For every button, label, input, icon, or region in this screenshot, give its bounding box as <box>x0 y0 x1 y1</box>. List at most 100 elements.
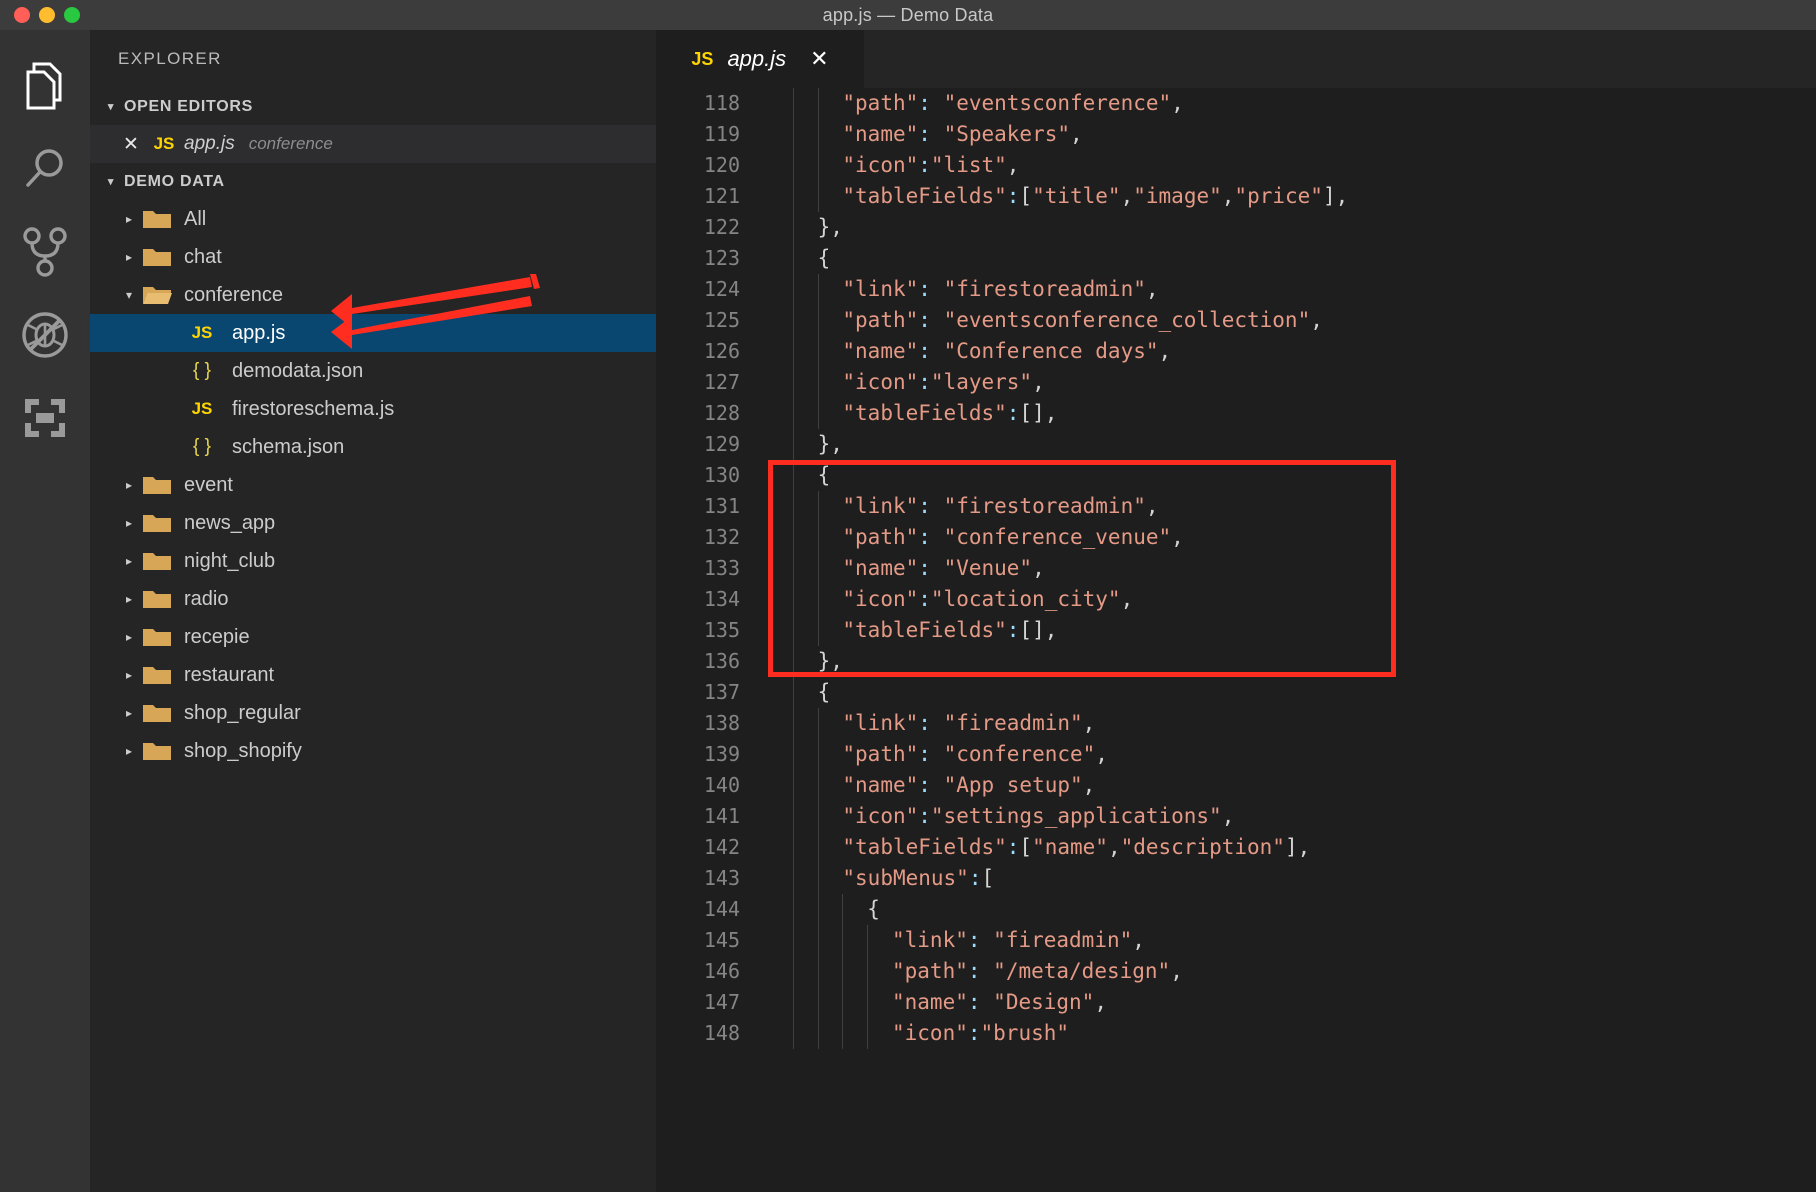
activity-item-source-control[interactable] <box>0 210 90 293</box>
line-text: "path": "conference_venue", <box>842 525 1184 549</box>
chevron-down-icon: ▾ <box>107 101 115 113</box>
line-number: 124 <box>703 277 740 301</box>
line-number: 140 <box>703 773 740 797</box>
folder-icon <box>140 701 174 725</box>
folder-icon <box>140 283 174 307</box>
line-number: 132 <box>703 525 740 549</box>
tab-label: app.js <box>727 46 787 71</box>
code-line-146: 146 "path": "/meta/design", <box>656 956 1816 987</box>
line-text: "icon":"layers", <box>842 370 1045 394</box>
code-line-118: 118 "path": "eventsconference", <box>656 88 1816 119</box>
chevron-right-icon[interactable]: ▸ <box>118 517 140 529</box>
files-icon <box>22 60 68 112</box>
line-text: { <box>817 463 831 487</box>
code-line-127: 127 "icon":"layers", <box>656 367 1816 398</box>
tree-folder-news_app[interactable]: ▸ news_app <box>90 504 656 542</box>
chevron-right-icon[interactable]: ▸ <box>118 555 140 567</box>
folder-icon <box>140 473 174 497</box>
code-line-133: 133 "name": "Venue", <box>656 553 1816 584</box>
chevron-right-icon[interactable]: ▸ <box>118 631 140 643</box>
chevron-right-icon[interactable]: ▸ <box>118 745 140 757</box>
tree-folder-conference[interactable]: ▾ conference <box>90 276 656 314</box>
line-text: "tableFields":["name","description"], <box>842 835 1311 859</box>
line-number: 127 <box>703 370 740 394</box>
line-number: 131 <box>703 494 740 518</box>
code-line-120: 120 "icon":"list", <box>656 150 1816 181</box>
code-line-136: 136}, <box>656 646 1816 677</box>
open-editor-name: app.js <box>184 133 235 154</box>
line-text: "link": "fireadmin", <box>892 928 1145 952</box>
activity-item-search[interactable] <box>0 127 90 210</box>
json-icon: { } <box>193 436 211 457</box>
code-editor[interactable]: 118 "path": "eventsconference", 119 "name":… <box>656 88 1816 1192</box>
folder-icon <box>140 663 174 687</box>
tree-file-schema-json[interactable]: { } schema.json <box>90 428 656 466</box>
chevron-right-icon[interactable]: ▸ <box>118 707 140 719</box>
folder-icon <box>140 511 174 535</box>
folder-icon <box>140 549 174 573</box>
chevron-down-icon: ▾ <box>107 176 115 188</box>
tree-folder-recepie[interactable]: ▸ recepie <box>90 618 656 656</box>
line-text: "icon":"location_city", <box>842 587 1134 611</box>
chevron-right-icon[interactable]: ▸ <box>118 213 140 225</box>
tree-file-app-js[interactable]: JS app.js <box>90 314 656 352</box>
editor-area: JS app.js ✕ 118 "path": "eventsconference… <box>656 30 1816 1192</box>
line-number: 143 <box>703 866 740 890</box>
chevron-right-icon[interactable]: ▸ <box>118 479 140 491</box>
tree-folder-radio[interactable]: ▸ radio <box>90 580 656 618</box>
tree-folder-All[interactable]: ▸ All <box>90 200 656 238</box>
folder-icon <box>140 245 174 269</box>
code-line-129: 129}, <box>656 429 1816 460</box>
activity-item-explorer[interactable] <box>0 44 90 127</box>
chevron-right-icon[interactable]: ▸ <box>118 669 140 681</box>
code-line-119: 119 "name": "Speakers", <box>656 119 1816 150</box>
debug-disabled-icon <box>19 309 71 361</box>
tree-item-label: radio <box>184 587 229 610</box>
tree-file-firestoreschema-js[interactable]: JS firestoreschema.js <box>90 390 656 428</box>
tree-folder-chat[interactable]: ▸ chat <box>90 238 656 276</box>
tree-item-label: event <box>184 473 233 496</box>
tree-folder-event[interactable]: ▸ event <box>90 466 656 504</box>
line-number: 119 <box>703 122 740 146</box>
tree-folder-night_club[interactable]: ▸ night_club <box>90 542 656 580</box>
line-text: "subMenus":[ <box>842 866 995 890</box>
chevron-down-icon[interactable]: ▾ <box>118 289 140 301</box>
folder-icon <box>140 207 174 231</box>
title-bar: app.js — Demo Data <box>0 0 1816 30</box>
line-number: 120 <box>703 153 740 177</box>
line-number: 148 <box>703 1021 740 1045</box>
json-icon: { } <box>193 360 211 381</box>
open-editor-item-appjs[interactable]: ✕ JS app.js conference <box>90 125 656 163</box>
chevron-right-icon[interactable]: ▸ <box>118 251 140 263</box>
line-text: { <box>867 897 880 921</box>
tree-file-demodata-json[interactable]: { } demodata.json <box>90 352 656 390</box>
line-text: "tableFields":["title","image","price"], <box>842 184 1349 208</box>
sidebar-explorer: EXPLORER ▾ OPEN EDITORS ✕ JS app.js conf… <box>90 30 656 1192</box>
code-line-137: 137 { <box>656 677 1816 708</box>
folder-icon <box>140 739 174 763</box>
line-text: { <box>817 246 831 270</box>
activity-item-extensions[interactable] <box>0 376 90 459</box>
tree-folder-shop_shopify[interactable]: ▸ shop_shopify <box>90 732 656 770</box>
line-text: "name": "Venue", <box>842 556 1045 580</box>
js-icon: JS <box>191 399 213 418</box>
close-icon[interactable]: ✕ <box>810 46 828 72</box>
section-demo-data[interactable]: ▾ DEMO DATA <box>90 163 656 200</box>
line-number: 128 <box>703 401 740 425</box>
code-line-134: 134 "icon":"location_city", <box>656 584 1816 615</box>
activity-item-debug[interactable] <box>0 293 90 376</box>
tree-item-label: recepie <box>184 625 250 648</box>
close-icon[interactable]: ✕ <box>118 133 144 156</box>
tree-folder-restaurant[interactable]: ▸ restaurant <box>90 656 656 694</box>
chevron-right-icon[interactable]: ▸ <box>118 593 140 605</box>
tree-item-label: news_app <box>184 511 276 534</box>
tree-item-label: firestoreschema.js <box>232 397 395 420</box>
code-line-131: 131 "link": "firestoreadmin", <box>656 491 1816 522</box>
tab-appjs[interactable]: JS app.js ✕ <box>656 30 864 88</box>
section-open-editors[interactable]: ▾ OPEN EDITORS <box>90 88 656 125</box>
tree-item-label: shop_shopify <box>184 739 302 762</box>
tree-folder-shop_regular[interactable]: ▸ shop_regular <box>90 694 656 732</box>
tree-item-label: night_club <box>184 549 276 572</box>
code-line-121: 121 "tableFields":["title","image","price… <box>656 181 1816 212</box>
line-text: "name": "Conference days", <box>842 339 1172 363</box>
